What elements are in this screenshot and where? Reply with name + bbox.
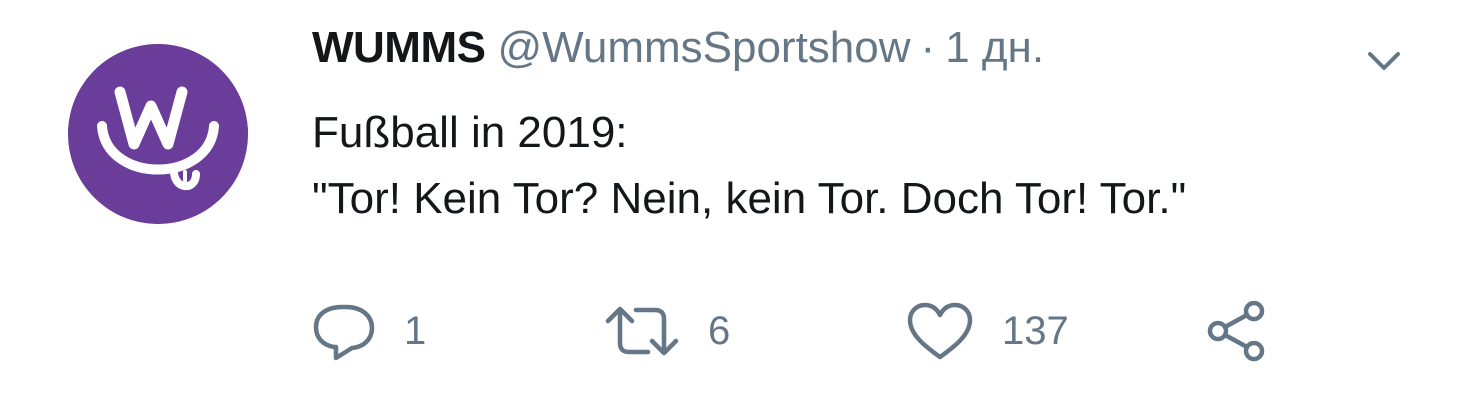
chevron-down-icon bbox=[1368, 52, 1400, 70]
tweet-header: WUMMS @WummsSportshow · 1 дн. bbox=[312, 18, 1044, 78]
like-count: 137 bbox=[1002, 308, 1069, 353]
share-button[interactable] bbox=[1204, 296, 1268, 366]
tweet-actions: 1 6 137 bbox=[312, 296, 1292, 366]
tweet-text: Fußball in 2019: "Tor! Kein Tor? Nein, k… bbox=[312, 100, 1186, 232]
like-button[interactable]: 137 bbox=[906, 296, 1069, 366]
heart-icon bbox=[907, 302, 973, 360]
retweet-count: 6 bbox=[708, 308, 731, 353]
share-icon bbox=[1207, 300, 1265, 362]
avatar[interactable] bbox=[68, 44, 248, 224]
retweet-button[interactable]: 6 bbox=[604, 296, 730, 366]
tweet-timestamp[interactable]: 1 дн. bbox=[945, 18, 1044, 78]
display-name[interactable]: WUMMS bbox=[312, 18, 486, 78]
reply-count: 1 bbox=[404, 308, 427, 353]
tweet-text-line-2: "Tor! Kein Tor? Nein, kein Tor. Doch Tor… bbox=[312, 174, 1187, 223]
header-separator: · bbox=[920, 23, 936, 72]
user-handle[interactable]: @WummsSportshow bbox=[497, 18, 910, 78]
tweet-card[interactable]: WUMMS @WummsSportshow · 1 дн. Fußball in… bbox=[0, 0, 1460, 407]
reply-icon bbox=[313, 304, 375, 361]
wumms-logo-icon bbox=[68, 44, 248, 224]
tweet-menu-button[interactable] bbox=[1364, 40, 1404, 80]
retweet-icon bbox=[605, 306, 679, 356]
tweet-text-line-1: Fußball in 2019: bbox=[312, 108, 628, 157]
reply-button[interactable]: 1 bbox=[312, 296, 426, 366]
